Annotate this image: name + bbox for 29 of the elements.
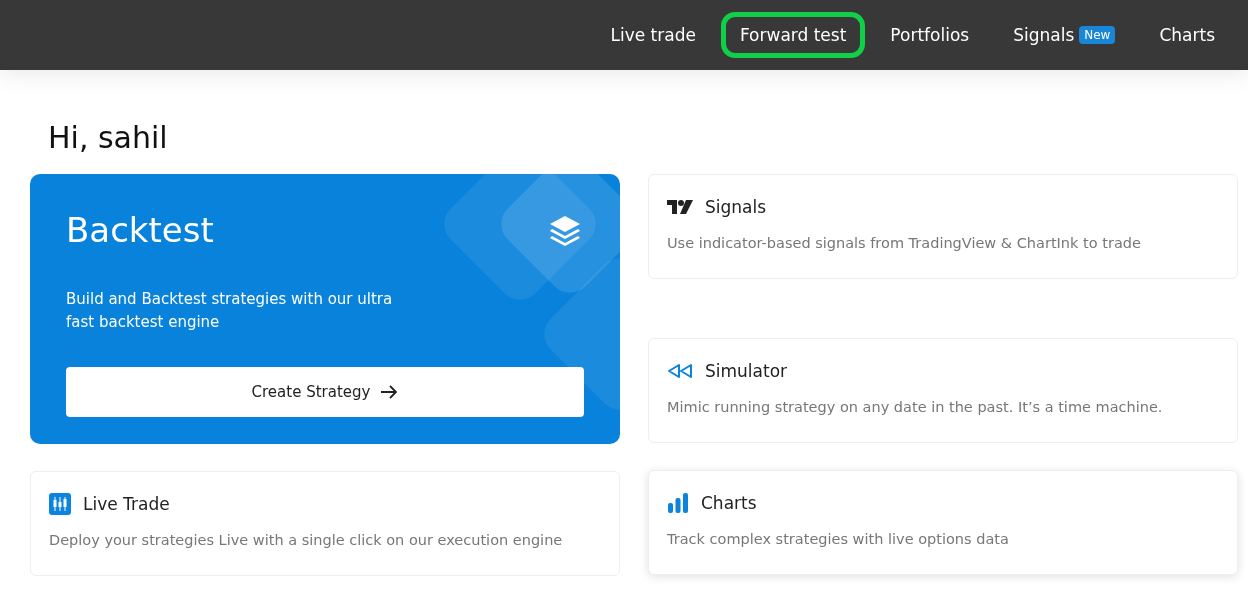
feature-card[interactable]: Charts Track complex strategies with live options data — [648, 470, 1238, 575]
layers-icon — [548, 214, 582, 246]
card-title: Live Trade — [83, 494, 170, 514]
card-description: Deploy your strategies Live with a single click on our execution engine — [49, 532, 564, 548]
create-strategy-button[interactable]: Create Strategy — [66, 367, 584, 417]
nav-link[interactable]: Charts — [1140, 12, 1234, 58]
arrow-right-icon — [380, 384, 399, 400]
bar-chart-icon — [667, 492, 689, 514]
nav-link[interactable]: Forward test — [720, 12, 866, 58]
logo-icon — [667, 199, 693, 215]
card-title: Simulator — [705, 361, 788, 381]
greeting: Hi, sahil — [48, 119, 169, 157]
card-description: Build and Backtest strategies with our ultra fast backtest engine — [66, 289, 394, 333]
card-title: Charts — [701, 493, 757, 513]
feature-card[interactable]: Signals Use indicator-based signals from TradingView & ChartInk to trade — [648, 174, 1238, 279]
card-title: Backtest — [66, 210, 214, 250]
feature-card[interactable]: Simulator Mimic running strategy on any date in the past. It’s a time machine. — [648, 338, 1238, 443]
candlestick-icon — [49, 493, 71, 515]
card-description: Use indicator-based signals from TradingView & ChartInk to trade — [667, 235, 1142, 251]
nav-link[interactable]: Signals New — [994, 12, 1135, 58]
nav-link[interactable]: Portfolios — [871, 12, 989, 58]
card-description: Track complex strategies with live options data — [667, 531, 1010, 547]
nav-link[interactable]: Live trade — [591, 12, 715, 58]
card-description: Mimic running strategy on any date in the past. It’s a time machine. — [667, 399, 1164, 415]
rewind-icon — [667, 363, 693, 379]
new-badge: New — [1079, 26, 1116, 44]
backtest-card[interactable]: Backtest Build and Backtest strategies with our ultra fast backtest engine Create Strategy — [30, 174, 620, 444]
feature-card[interactable]: Live Trade Deploy your strategies Live with a single click on our execution engine — [30, 471, 620, 576]
card-title: Signals — [705, 197, 767, 217]
